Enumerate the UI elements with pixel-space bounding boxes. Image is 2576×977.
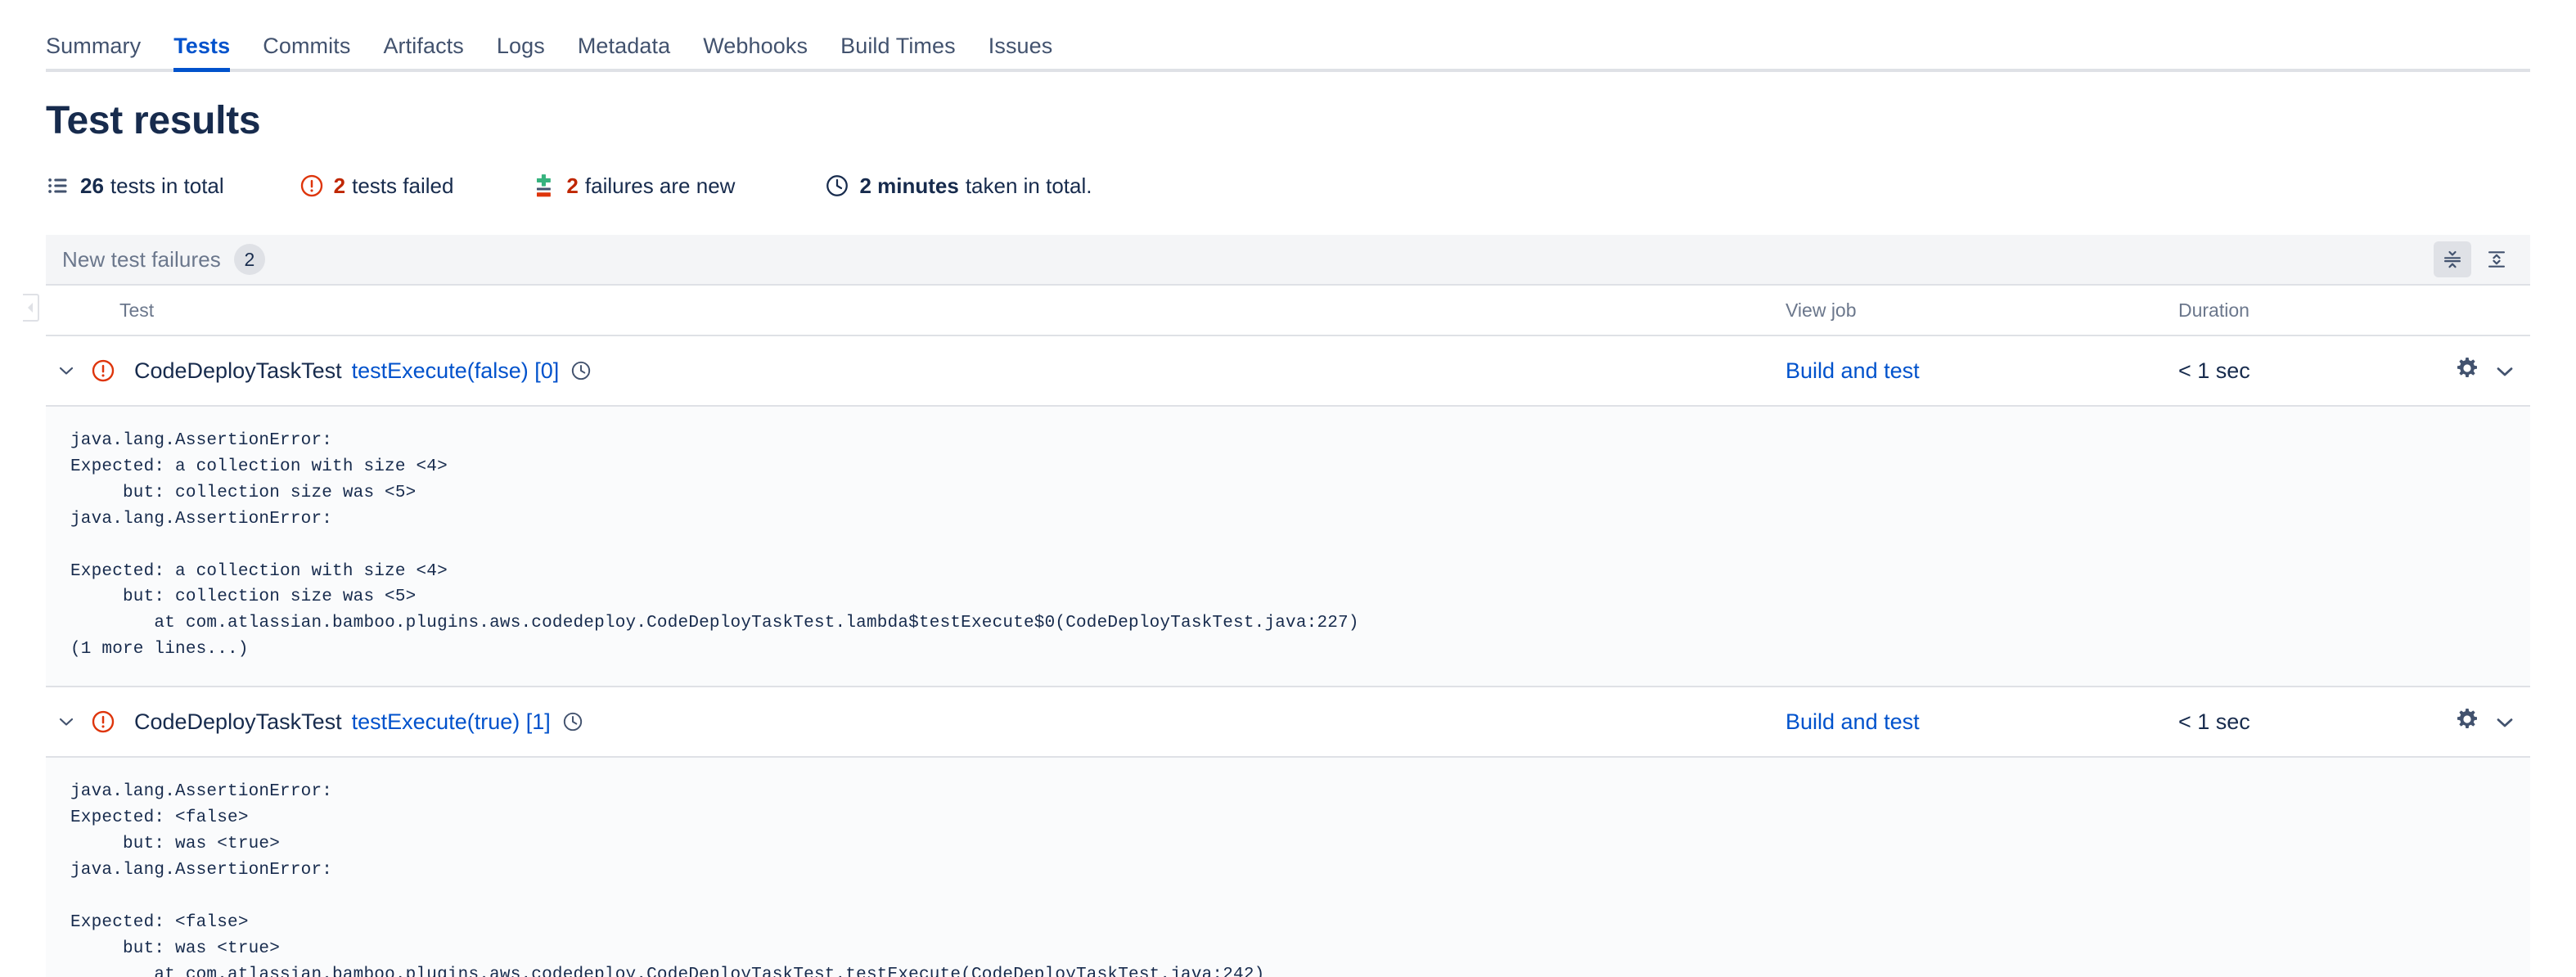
- gear-icon[interactable]: [2455, 356, 2479, 386]
- chevron-down-icon: [59, 718, 74, 726]
- stat-text: tests failed: [352, 173, 454, 198]
- tab-artifacts[interactable]: Artifacts: [367, 35, 480, 72]
- stat-total-duration: 2 minutes taken in total.: [825, 173, 1092, 199]
- view-job-cell: Build and test: [1786, 358, 2178, 384]
- stat-tests-failed: 2 tests failed: [299, 173, 454, 199]
- history-clock-icon[interactable]: [570, 360, 592, 381]
- stat-total-tests: 26 tests in total: [46, 173, 224, 199]
- new-test-failures-panel: New test failures 2 Test View job Durati…: [23, 235, 2530, 977]
- tab-label: Artifacts: [383, 34, 464, 58]
- tab-logs[interactable]: Logs: [480, 35, 561, 72]
- chevron-down-icon: [59, 367, 74, 375]
- tab-tests[interactable]: Tests: [157, 35, 246, 72]
- tab-summary[interactable]: Summary: [46, 35, 157, 72]
- build-result-tabs: Summary Tests Commits Artifacts Logs Met…: [0, 0, 2576, 72]
- job-link[interactable]: Build and test: [1786, 358, 1920, 383]
- tab-webhooks[interactable]: Webhooks: [687, 35, 824, 72]
- tab-issues[interactable]: Issues: [972, 35, 1070, 72]
- history-clock-icon[interactable]: [562, 711, 583, 732]
- test-class-name: CodeDeployTaskTest: [134, 358, 342, 383]
- expand-all-button[interactable]: [2478, 241, 2515, 277]
- tab-label: Summary: [46, 34, 142, 58]
- error-icon: [299, 173, 324, 198]
- view-job-cell: Build and test: [1786, 709, 2178, 735]
- stack-trace: java.lang.AssertionError: Expected: a co…: [46, 405, 2530, 688]
- tab-label: Commits: [263, 34, 351, 58]
- stat-value: 26: [80, 173, 104, 198]
- test-cell: CodeDeployTaskTest testExecute(false) [0…: [46, 358, 1786, 384]
- status-badge: 2: [233, 244, 265, 275]
- table-header-row: Test View job Duration: [46, 286, 2530, 336]
- tab-label: Build Times: [840, 34, 956, 58]
- clock-icon: [825, 173, 849, 198]
- tab-label: Logs: [496, 34, 545, 58]
- stat-value: 2: [333, 173, 346, 198]
- tab-metadata[interactable]: Metadata: [561, 35, 687, 72]
- stat-value: 2 minutes: [859, 173, 959, 198]
- row-actions-cell: [2383, 707, 2530, 737]
- chevron-left-icon: [28, 303, 33, 313]
- tab-label: Tests: [173, 34, 231, 58]
- section-header: New test failures 2: [46, 235, 2530, 286]
- stack-trace: java.lang.AssertionError: Expected: <fal…: [46, 756, 2530, 977]
- column-header-duration: Duration: [2178, 299, 2249, 321]
- column-header-test: Test: [119, 299, 155, 321]
- table-row[interactable]: CodeDeployTaskTest testExecute(true) [1]…: [46, 687, 2530, 756]
- chevron-down-icon[interactable]: [2494, 709, 2515, 735]
- stat-text: failures are new: [584, 173, 736, 198]
- tab-label: Webhooks: [703, 34, 808, 58]
- collapse-all-button[interactable]: [2434, 241, 2471, 277]
- page-title: Test results: [46, 99, 261, 142]
- stat-new-failures: 2 failures are new: [532, 173, 735, 199]
- test-cell: CodeDeployTaskTest testExecute(true) [1]: [46, 709, 1786, 735]
- stat-text: taken in total.: [965, 173, 1092, 198]
- tab-commits[interactable]: Commits: [246, 35, 367, 72]
- stat-text: tests in total: [110, 173, 224, 198]
- error-icon: [87, 358, 119, 383]
- gear-icon[interactable]: [2455, 707, 2479, 737]
- list-icon: [46, 173, 70, 198]
- expand-all-icon: [2488, 251, 2505, 268]
- stat-value: 2: [566, 173, 579, 198]
- chevron-down-icon[interactable]: [2494, 358, 2515, 384]
- tab-label: Metadata: [577, 34, 671, 58]
- row-expand-toggle[interactable]: [46, 365, 87, 376]
- job-link[interactable]: Build and test: [1786, 709, 1920, 734]
- duration-cell: < 1 sec: [2178, 358, 2250, 383]
- collapse-all-icon: [2444, 250, 2461, 268]
- new-failure-icon: [532, 173, 556, 198]
- tab-build-times[interactable]: Build Times: [824, 35, 972, 72]
- section-title: New test failures: [62, 246, 221, 272]
- row-actions-cell: [2383, 356, 2530, 386]
- test-summary-stats: 26 tests in total 2 tests failed 2 failu…: [46, 169, 2576, 202]
- test-class-name: CodeDeployTaskTest: [134, 709, 342, 734]
- sidebar-collapse-handle[interactable]: [23, 294, 39, 322]
- section-header-actions: [2434, 241, 2515, 277]
- test-method-link[interactable]: testExecute(true) [1]: [352, 709, 551, 735]
- column-header-view-job: View job: [1786, 299, 1857, 321]
- error-icon: [87, 709, 119, 734]
- tab-label: Issues: [988, 34, 1053, 58]
- table-row[interactable]: CodeDeployTaskTest testExecute(false) [0…: [46, 336, 2530, 405]
- duration-cell: < 1 sec: [2178, 709, 2250, 734]
- row-expand-toggle[interactable]: [46, 716, 87, 727]
- test-method-link[interactable]: testExecute(false) [0]: [352, 358, 560, 384]
